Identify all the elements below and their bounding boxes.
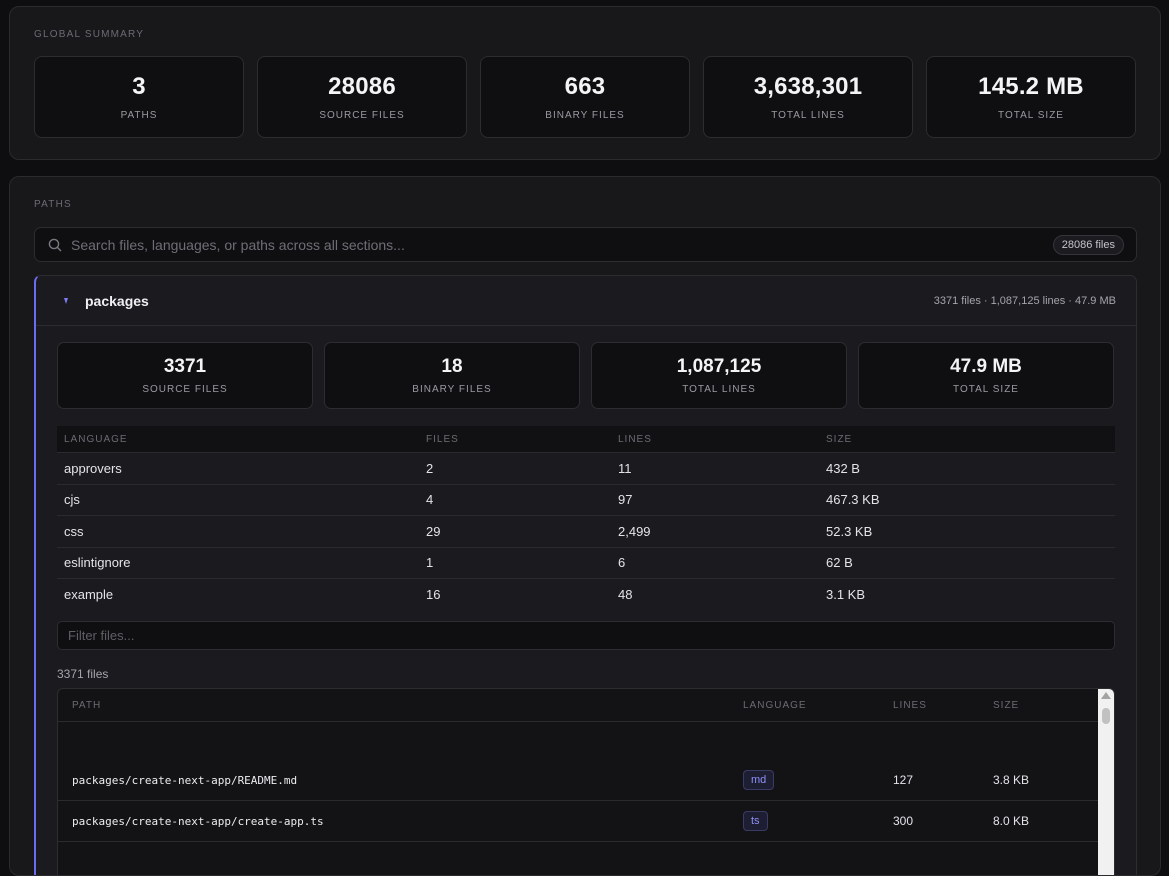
stat-value: 145.2 MB <box>978 73 1084 100</box>
language-badge: ts <box>743 811 768 831</box>
path-group-name: packages <box>85 292 149 309</box>
stat-label: SOURCE FILES <box>142 384 228 395</box>
cell-size: 467.3 KB <box>826 492 880 508</box>
filter-placeholder: Filter files... <box>68 628 135 643</box>
path-group-meta: 3371 files · 1,087,125 lines · 47.9 MB <box>933 294 1116 307</box>
stat-value: 28086 <box>328 73 396 100</box>
paths-title: PATHS <box>34 199 72 210</box>
cell-path: packages/create-next-app/README.md <box>72 773 298 787</box>
table-row[interactable]: example 16 48 3.1 KB <box>57 578 1115 610</box>
language-table-header: LANGUAGE FILES LINES SIZE <box>57 426 1115 452</box>
global-summary-panel: GLOBAL SUMMARY 3 PATHS 28086 SOURCE FILE… <box>9 6 1161 160</box>
column-header-path[interactable]: PATH <box>58 700 743 711</box>
cell-lines: 6 <box>618 555 626 571</box>
cell-size: 62 B <box>826 555 853 571</box>
group-stats-row: 3371 SOURCE FILES 18 BINARY FILES 1,087,… <box>57 342 1114 409</box>
group-stat-source-files: 3371 SOURCE FILES <box>57 342 313 409</box>
path-group-header[interactable]: packages 3371 files · 1,087,125 lines · … <box>36 276 1136 326</box>
stat-value: 3371 <box>163 356 207 377</box>
global-summary-title: GLOBAL SUMMARY <box>34 29 145 40</box>
global-stats-row: 3 PATHS 28086 SOURCE FILES 663 BINARY FI… <box>34 56 1136 138</box>
stat-label: BINARY FILES <box>545 110 625 121</box>
files-scrollbar[interactable] <box>1098 689 1114 875</box>
stat-paths: 3 PATHS <box>34 56 244 138</box>
stat-label: PATHS <box>120 110 158 121</box>
stat-value: 3 <box>132 73 146 100</box>
cell-lines: 300 <box>893 814 914 828</box>
cell-lines: 127 <box>893 773 914 787</box>
files-table-header: PATH LANGUAGE LINES SIZE <box>58 689 1114 722</box>
cell-lines: 48 <box>618 586 633 602</box>
search-placeholder: Search files, languages, or paths across… <box>71 236 405 253</box>
cell-language: md <box>743 770 893 790</box>
stat-label: TOTAL LINES <box>682 384 756 395</box>
cell-files: 2 <box>426 460 434 476</box>
cell-lines: 2,499 <box>618 523 651 539</box>
table-row[interactable]: cjs 4 97 467.3 KB <box>57 483 1115 516</box>
cell-lines: 97 <box>618 492 633 508</box>
language-table: LANGUAGE FILES LINES SIZE approvers 2 11… <box>57 426 1115 610</box>
filter-files-input[interactable]: Filter files... <box>57 621 1115 650</box>
language-badge: md <box>743 770 775 790</box>
table-row[interactable]: approvers 2 11 432 B <box>57 452 1115 484</box>
column-header-language[interactable]: LANGUAGE <box>743 700 893 711</box>
scroll-up-arrow-icon[interactable] <box>1101 692 1111 699</box>
stat-total-lines: 3,638,301 TOTAL LINES <box>703 56 913 138</box>
global-search-input[interactable]: Search files, languages, or paths across… <box>34 227 1137 262</box>
path-group-packages: packages 3371 files · 1,087,125 lines · … <box>34 275 1137 875</box>
caret-down-icon[interactable] <box>61 296 71 306</box>
group-stat-total-lines: 1,087,125 TOTAL LINES <box>591 342 847 409</box>
column-header-language[interactable]: LANGUAGE <box>57 434 426 445</box>
cell-size: 3.1 KB <box>826 586 866 602</box>
cell-language: cjs <box>64 492 80 508</box>
column-header-files[interactable]: FILES <box>426 434 618 445</box>
files-table: PATH LANGUAGE LINES SIZE packages/create… <box>57 688 1115 875</box>
cell-files: 16 <box>426 586 441 602</box>
stat-label: TOTAL SIZE <box>953 384 1019 395</box>
cell-files: 1 <box>426 555 434 571</box>
stat-label: BINARY FILES <box>412 384 492 395</box>
cell-size: 432 B <box>826 460 860 476</box>
table-row[interactable]: eslintignore 1 6 62 B <box>57 546 1115 579</box>
stat-value: 18 <box>441 356 463 377</box>
cell-lines: 11 <box>618 460 632 476</box>
file-row[interactable]: packages/create-next-app/create-app.ts t… <box>58 801 1114 842</box>
group-stat-binary-files: 18 BINARY FILES <box>324 342 580 409</box>
stat-value: 663 <box>564 73 606 100</box>
cell-size: 3.8 KB <box>993 773 1030 787</box>
virtual-scroll-spacer <box>58 722 1114 760</box>
group-stat-total-size: 47.9 MB TOTAL SIZE <box>858 342 1114 409</box>
file-count-badge: 28086 files <box>1052 234 1124 255</box>
cell-language: css <box>64 523 84 539</box>
file-count-label: 3371 files <box>57 667 109 681</box>
column-header-lines[interactable]: LINES <box>893 700 993 711</box>
cell-files: 29 <box>426 523 441 539</box>
stat-value: 47.9 MB <box>950 356 1022 377</box>
paths-panel: PATHS Search files, languages, or paths … <box>9 176 1161 876</box>
column-header-size[interactable]: SIZE <box>826 434 1115 445</box>
cell-path: packages/create-next-app/create-app.ts <box>72 814 324 828</box>
cell-language: approvers <box>64 460 122 476</box>
column-header-lines[interactable]: LINES <box>618 434 826 445</box>
cell-size: 52.3 KB <box>826 523 873 539</box>
cell-language: eslintignore <box>64 555 131 571</box>
cell-language: ts <box>743 811 893 831</box>
scroll-thumb[interactable] <box>1102 708 1110 724</box>
search-icon <box>48 238 62 252</box>
cell-files: 4 <box>426 492 434 508</box>
stat-label: TOTAL SIZE <box>998 110 1064 121</box>
file-row[interactable]: packages/create-next-app/README.md md 12… <box>58 760 1114 801</box>
stat-value: 1,087,125 <box>676 356 762 377</box>
stat-source-files: 28086 SOURCE FILES <box>257 56 467 138</box>
stat-total-size: 145.2 MB TOTAL SIZE <box>926 56 1136 138</box>
column-header-size[interactable]: SIZE <box>993 700 1114 711</box>
cell-language: example <box>64 586 114 602</box>
table-row[interactable]: css 29 2,499 52.3 KB <box>57 515 1115 547</box>
stat-value: 3,638,301 <box>753 73 863 100</box>
stat-binary-files: 663 BINARY FILES <box>480 56 690 138</box>
stat-label: SOURCE FILES <box>319 110 405 121</box>
stat-label: TOTAL LINES <box>771 110 845 121</box>
cell-size: 8.0 KB <box>993 814 1030 828</box>
